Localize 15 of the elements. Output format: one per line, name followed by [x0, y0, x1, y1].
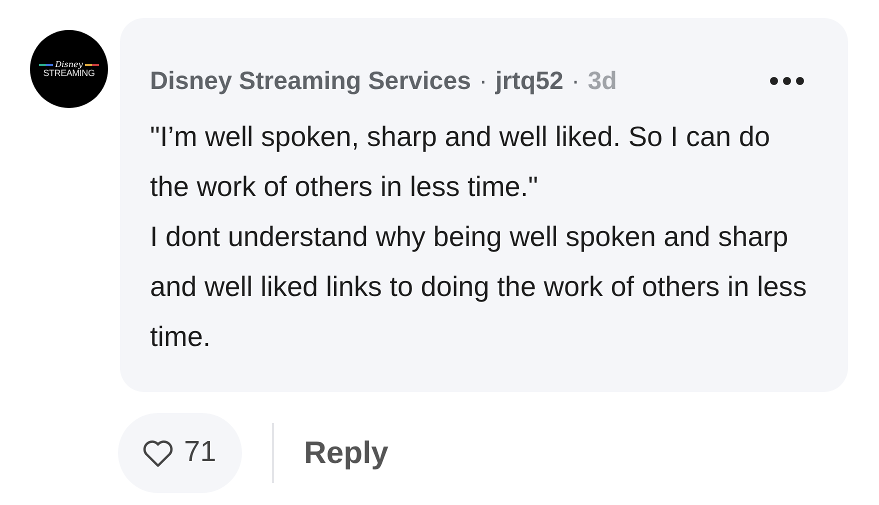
- separator: ·: [479, 66, 488, 97]
- reply-button[interactable]: Reply: [304, 430, 388, 476]
- heart-icon: [142, 438, 174, 468]
- stripe-icon: [39, 64, 54, 66]
- comment-text: I dont understand why being well spoken and sharp and well liked links to doing the work of others in less time.: [150, 220, 808, 354]
- like-button[interactable]: 71: [118, 413, 242, 493]
- separator: ·: [571, 66, 580, 97]
- comment-age: 3d: [588, 66, 617, 97]
- author-name[interactable]: Disney Streaming Services: [150, 64, 471, 98]
- username[interactable]: jrtq52: [495, 64, 564, 98]
- logo-script: Disney: [55, 60, 83, 68]
- more-options-icon[interactable]: [770, 77, 804, 85]
- logo-text: STREAMING: [43, 68, 95, 78]
- stripe-icon: [84, 64, 99, 66]
- comment-text: "I’m well spoken, sharp and well liked. So I can do the work of others in less time.": [150, 120, 772, 204]
